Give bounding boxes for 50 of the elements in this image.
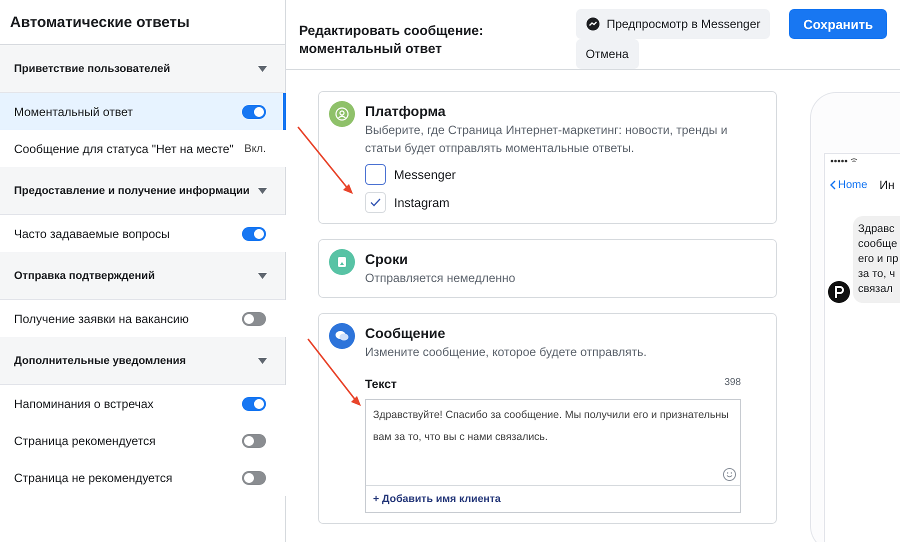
toggle-switch[interactable]	[242, 312, 266, 326]
section-header[interactable]: Предоставление и получение информации	[0, 167, 285, 215]
bubble-text: за то, ч	[858, 267, 896, 282]
character-counter: 398	[724, 377, 741, 390]
cancel-button[interactable]: Отмена	[576, 39, 639, 69]
preview-button[interactable]: Предпросмотр в Messenger	[576, 9, 770, 39]
section-header[interactable]: Приветствие пользователей	[0, 45, 285, 93]
status-bar-icon	[830, 158, 860, 164]
chat-bubbles-icon	[329, 323, 355, 349]
caret-icon	[258, 358, 267, 364]
bubble-text: его и пр	[858, 252, 900, 267]
bubble-text: связал	[858, 282, 894, 297]
caret-icon	[258, 272, 267, 278]
field-label: Текст	[365, 377, 397, 391]
checkmark-icon	[370, 198, 381, 207]
person-icon	[329, 101, 355, 127]
sidebar-item[interactable]: Моментальный ответ	[0, 93, 286, 130]
back-link[interactable]: Home	[830, 179, 868, 191]
card-description: Измените сообщение, которое будете отправлять.	[365, 344, 648, 361]
arrow-drawing	[307, 338, 361, 406]
caret-icon	[258, 188, 267, 194]
checkbox[interactable]	[365, 164, 386, 185]
message-field[interactable]: Здравствуйте! Спасибо за сообщение. Мы получили его и признательны вам за то, что вы с нами связались. + Добавить имя клиента	[365, 399, 741, 513]
toggle-switch[interactable]	[242, 434, 266, 448]
section-header[interactable]: Отправка подтверждений	[0, 252, 285, 300]
toggle-switch[interactable]	[242, 226, 266, 240]
page-title: Редактировать сообщение: моментальный ответ	[299, 22, 484, 58]
card-description: Выберите, где Страница Интернет-маркетинг: новости, тренды и статьи будет отправлять моментальные ответы.	[365, 122, 728, 157]
status-text: Вкл.	[244, 142, 266, 154]
toggle-switch[interactable]	[242, 104, 266, 118]
chat-title: Ин	[879, 178, 895, 192]
bubble-text: Здравс	[858, 222, 896, 237]
caret-icon	[258, 66, 267, 72]
arrow-drawing	[297, 126, 353, 194]
avatar-icon	[828, 281, 850, 303]
add-name-link[interactable]: + Добавить имя клиента	[366, 486, 740, 512]
messenger-icon	[586, 17, 600, 31]
card-title: Сообщение	[365, 325, 446, 341]
smiley-icon[interactable]	[723, 468, 736, 481]
bubble-text: сообще	[858, 237, 898, 252]
card-title: Платформа	[365, 103, 447, 119]
toggle-switch[interactable]	[242, 470, 266, 484]
card-title: Сроки	[365, 251, 409, 267]
toggle-switch[interactable]	[242, 396, 266, 410]
section-header[interactable]: Дополнительные уведомления	[0, 337, 285, 385]
chevron-left-icon	[830, 180, 836, 190]
card-description: Отправляется немедленно	[365, 270, 516, 287]
option-label: Instagram	[394, 196, 450, 210]
option-label: Messenger	[394, 168, 456, 182]
save-button[interactable]: Сохранить	[789, 9, 887, 39]
